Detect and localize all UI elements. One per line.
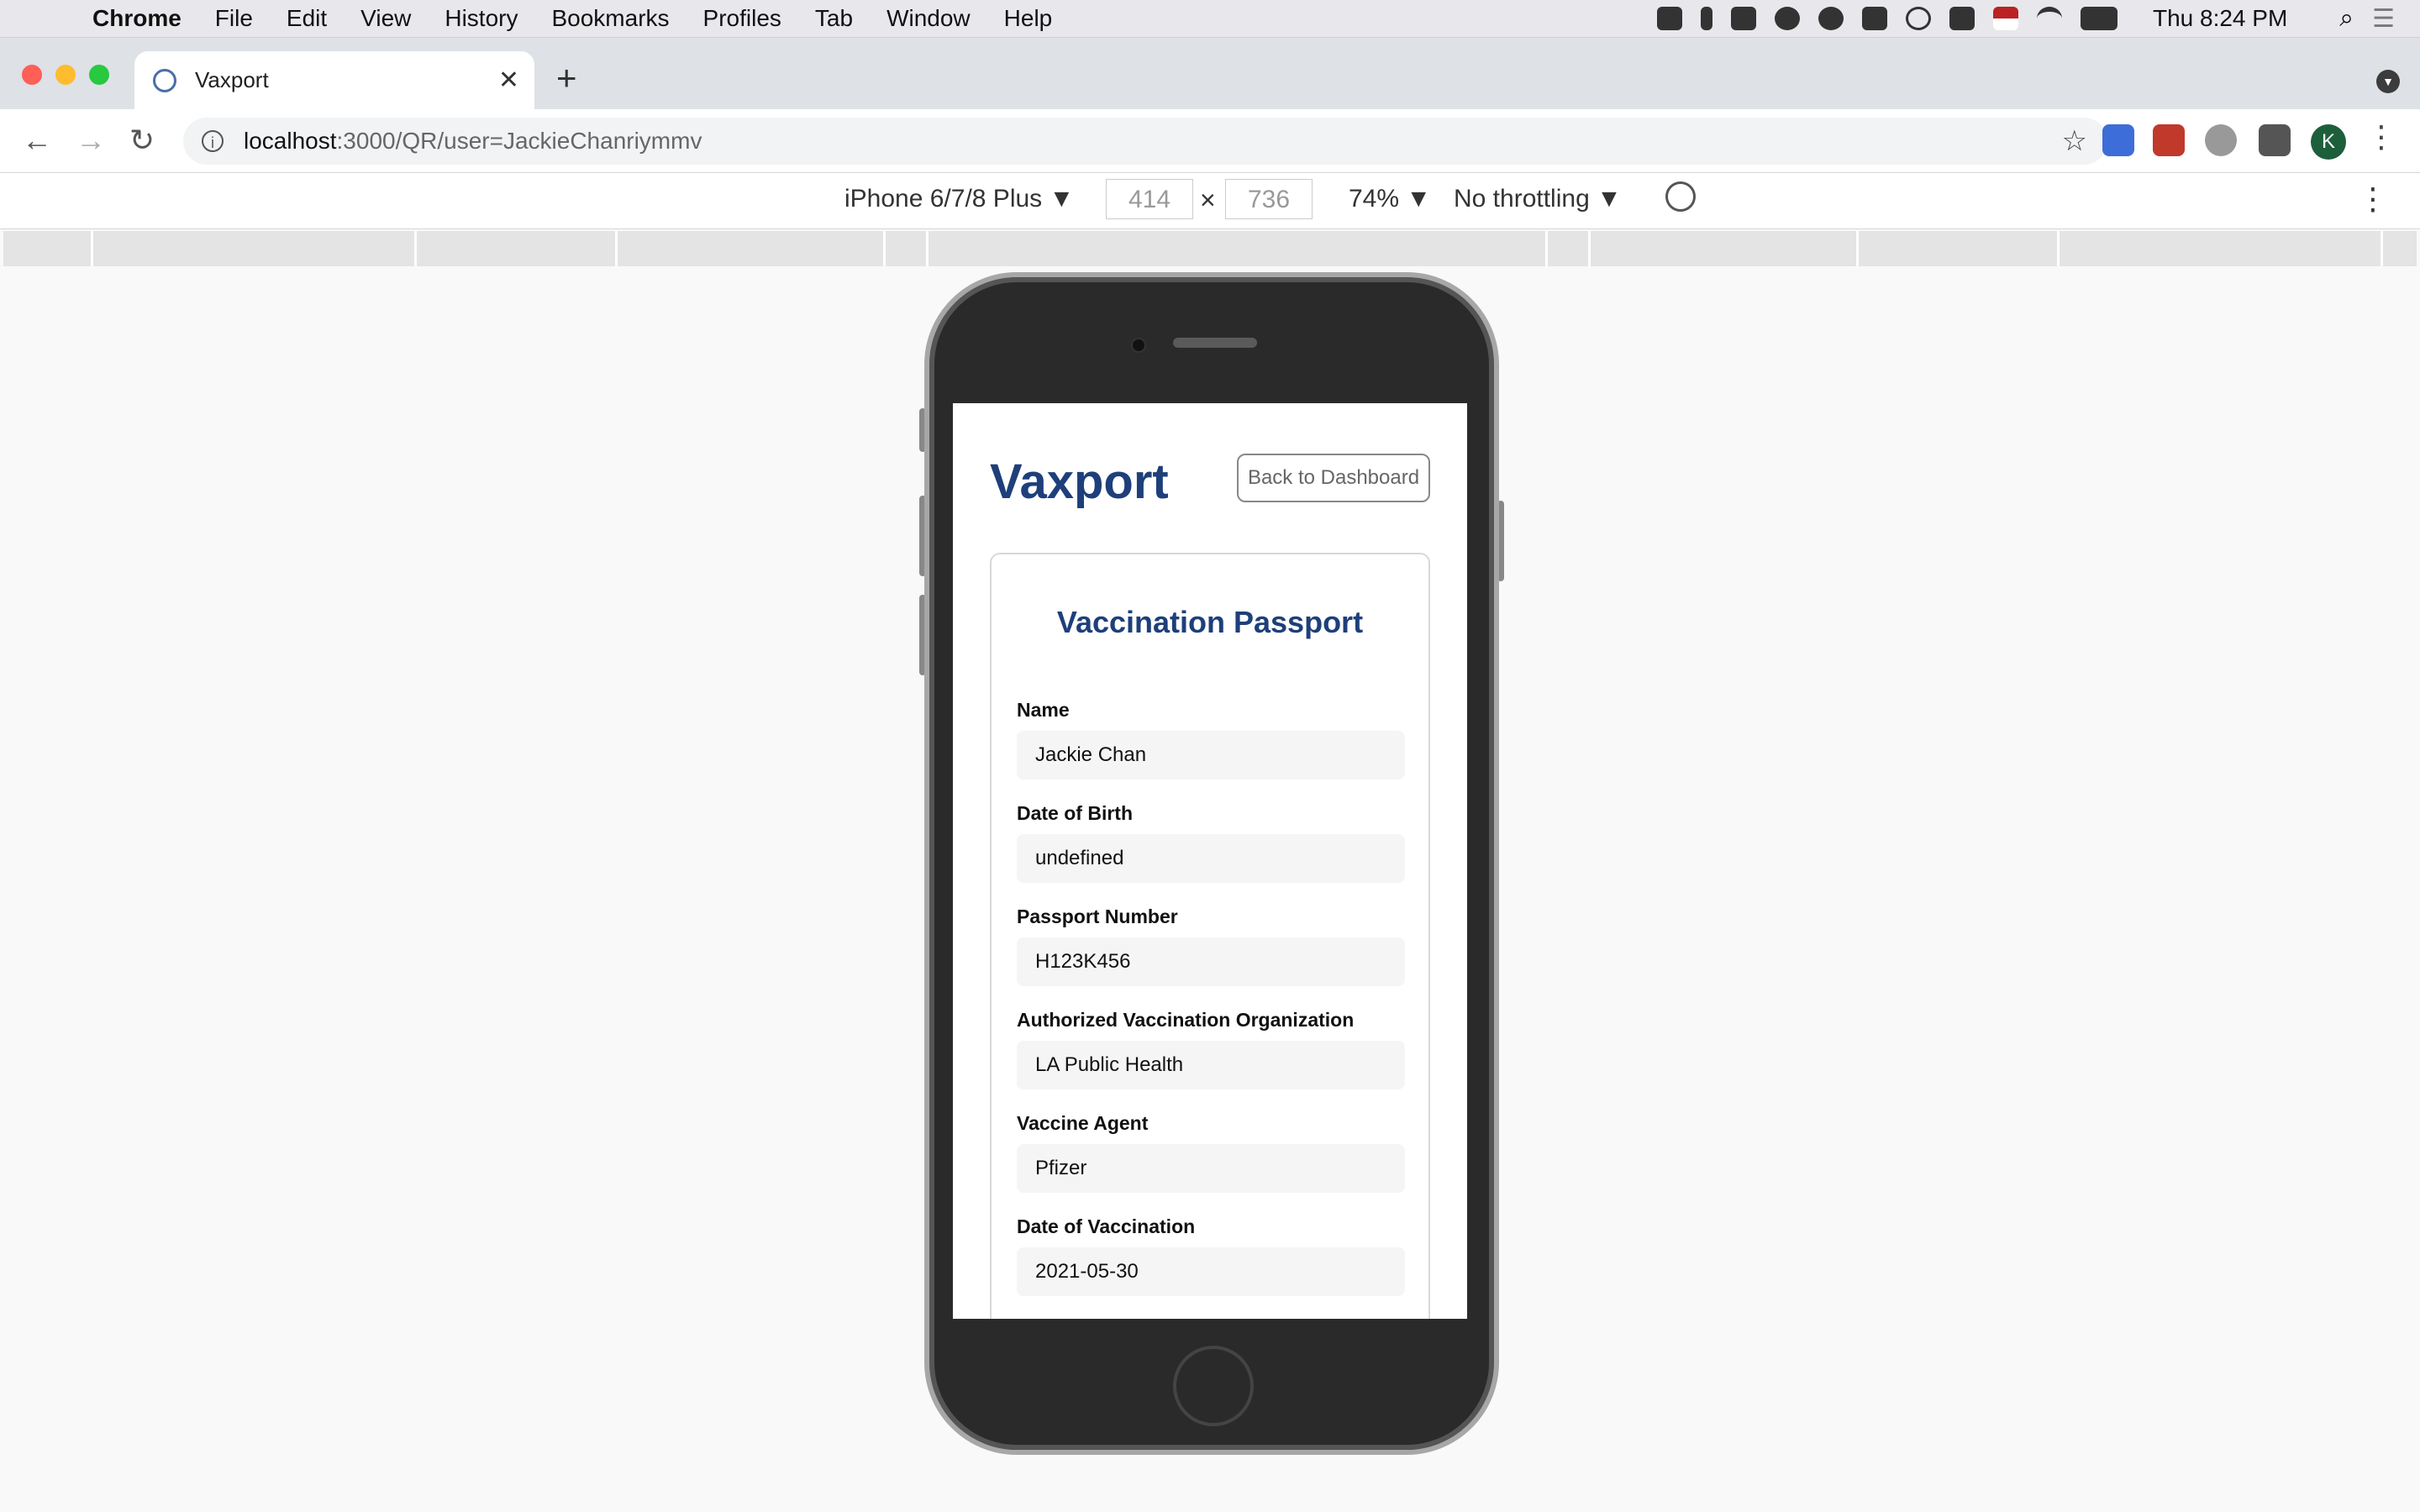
ruler-segment[interactable] xyxy=(93,231,417,266)
app-header: Vaxport Back to Dashboard xyxy=(990,454,1430,512)
field-vaccination-organization: Authorized Vaccination Organization LA P… xyxy=(1017,1009,1405,1089)
address-bar[interactable]: i localhost:3000/QR/user=JackieChanriymm… xyxy=(183,118,2107,165)
browser-toolbar: ← → ↻ i localhost:3000/QR/user=JackieCha… xyxy=(0,109,2420,173)
field-label: Authorized Vaccination Organization xyxy=(1017,1009,1355,1031)
field-passport-number: Passport Number H123K456 xyxy=(1017,906,1405,986)
device-toolbar: iPhone 6/7/8 Plus ▼ 414 × 736 74% ▼ No t… xyxy=(0,173,2420,229)
forward-arrow-icon[interactable]: → xyxy=(76,123,106,158)
field-label: Date of Birth xyxy=(1017,802,1133,824)
menubar-clock[interactable]: Thu 8:24 PM xyxy=(2153,5,2287,32)
passport-card: Vaccination Passport Name Jackie Chan Da… xyxy=(990,553,1430,1319)
menu-bookmarks[interactable]: Bookmarks xyxy=(551,5,669,32)
close-tab-icon[interactable]: ✕ xyxy=(498,66,519,95)
field-label: Passport Number xyxy=(1017,906,1178,927)
phone-speaker xyxy=(1173,338,1257,348)
field-date-of-vaccination: Date of Vaccination 2021-05-30 xyxy=(1017,1215,1405,1296)
field-value[interactable]: undefined xyxy=(1017,834,1405,883)
throttling-select[interactable]: No throttling ▼ xyxy=(1454,185,1622,213)
chrome-menu-icon[interactable]: ⋮ xyxy=(2366,119,2396,155)
phone-home-button[interactable] xyxy=(1173,1346,1254,1426)
menu-tab[interactable]: Tab xyxy=(815,5,853,32)
back-arrow-icon[interactable]: ← xyxy=(22,123,52,158)
field-vaccine-agent: Vaccine Agent Pfizer xyxy=(1017,1112,1405,1193)
rotate-icon[interactable] xyxy=(1665,181,1696,212)
status-icons: Thu 8:24 PM ⌕ ☰ xyxy=(1656,0,2395,37)
ruler-segment[interactable] xyxy=(2060,231,2383,266)
field-value[interactable]: LA Public Health xyxy=(1017,1041,1405,1089)
creative-cloud-icon[interactable] xyxy=(1774,7,1800,30)
media-query-ruler[interactable] xyxy=(3,231,2417,266)
menu-help[interactable]: Help xyxy=(1004,5,1053,32)
airplay-icon[interactable] xyxy=(1949,7,1975,30)
new-tab-button[interactable]: + xyxy=(556,60,577,96)
field-label: Date of Vaccination xyxy=(1017,1215,1196,1237)
ruler-segment[interactable] xyxy=(886,231,929,266)
macos-menu-bar: Chrome File Edit View History Bookmarks … xyxy=(0,0,2420,38)
device-width-input[interactable]: 414 xyxy=(1106,179,1193,219)
tab-vaxport[interactable]: Vaxport ✕ xyxy=(134,51,534,109)
field-label: Name xyxy=(1017,699,1070,721)
field-value[interactable]: 2021-05-30 xyxy=(1017,1247,1405,1296)
device-toolbar-menu-icon[interactable]: ⋮ xyxy=(2358,181,2388,217)
ruler-segment[interactable] xyxy=(1859,231,2060,266)
back-to-dashboard-button[interactable]: Back to Dashboard xyxy=(1237,454,1430,502)
menu-history[interactable]: History xyxy=(445,5,518,32)
us-flag-icon[interactable] xyxy=(1992,7,2018,30)
reload-icon[interactable]: ↻ xyxy=(129,123,155,158)
tab-search-icon[interactable]: ▼ xyxy=(2376,70,2400,93)
favicon-icon xyxy=(153,68,176,92)
spotlight-icon[interactable]: ⌕ xyxy=(2339,4,2354,33)
field-name: Name Jackie Chan xyxy=(1017,699,1405,780)
maximize-window-button[interactable] xyxy=(89,65,109,85)
zoom-icon[interactable] xyxy=(1656,7,1682,30)
resize-icon[interactable] xyxy=(1700,7,1712,30)
minimize-window-button[interactable] xyxy=(55,65,76,85)
ruler-segment[interactable] xyxy=(3,231,93,266)
dimension-separator: × xyxy=(1200,185,1216,215)
tab-strip: Vaxport ✕ + ▼ xyxy=(0,38,2420,109)
menu-app-name[interactable]: Chrome xyxy=(92,5,182,32)
field-value[interactable]: Jackie Chan xyxy=(1017,731,1405,780)
menu-window[interactable]: Window xyxy=(886,5,971,32)
menu-view[interactable]: View xyxy=(360,5,411,32)
bookmark-star-icon[interactable]: ☆ xyxy=(2062,124,2087,158)
url-host: localhost xyxy=(244,128,337,154)
ruler-segment[interactable] xyxy=(618,231,886,266)
extension-red-icon[interactable] xyxy=(2153,124,2185,156)
device-height-input[interactable]: 736 xyxy=(1225,179,1313,219)
menu-edit[interactable]: Edit xyxy=(287,5,327,32)
field-value[interactable]: H123K456 xyxy=(1017,937,1405,986)
phone-camera xyxy=(1131,338,1146,353)
close-window-button[interactable] xyxy=(22,65,42,85)
menu-file[interactable]: File xyxy=(215,5,253,32)
vlc-icon[interactable] xyxy=(1730,7,1756,30)
field-date-of-birth: Date of Birth undefined xyxy=(1017,802,1405,883)
extensions-puzzle-icon[interactable] xyxy=(2259,124,2291,156)
music-icon[interactable] xyxy=(1818,7,1844,30)
field-value[interactable]: Pfizer xyxy=(1017,1144,1405,1193)
wifi-icon[interactable] xyxy=(2036,7,2062,30)
ruler-segment[interactable] xyxy=(1591,231,1859,266)
ruler-segment[interactable] xyxy=(417,231,618,266)
brand-logo[interactable]: Vaxport xyxy=(990,454,1169,510)
grid-icon[interactable] xyxy=(1861,7,1887,30)
extension-eyedropper-icon[interactable] xyxy=(2102,124,2134,156)
field-label: Vaccine Agent xyxy=(1017,1112,1149,1134)
site-info-icon[interactable]: i xyxy=(202,130,224,152)
device-viewport: Vaxport Back to Dashboard Vaccination Pa… xyxy=(953,403,1467,1319)
control-center-icon[interactable]: ☰ xyxy=(2372,4,2395,34)
tab-title: Vaxport xyxy=(195,67,269,92)
card-title: Vaccination Passport xyxy=(1056,605,1364,639)
url-text[interactable]: localhost:3000/QR/user=JackieChanriymmv xyxy=(244,128,702,155)
menu-profiles[interactable]: Profiles xyxy=(703,5,781,32)
url-path: :3000/QR/user=JackieChanriymmv xyxy=(336,128,702,154)
battery-icon[interactable] xyxy=(2080,7,2118,30)
ruler-segment[interactable] xyxy=(929,231,1548,266)
circle-icon[interactable] xyxy=(1905,7,1931,30)
ruler-segment[interactable] xyxy=(1548,231,1591,266)
extension-gear-icon[interactable] xyxy=(2205,124,2237,156)
profile-avatar[interactable]: K xyxy=(2311,124,2346,160)
device-select[interactable]: iPhone 6/7/8 Plus ▼ xyxy=(844,185,1074,213)
zoom-select[interactable]: 74% ▼ xyxy=(1349,185,1431,213)
